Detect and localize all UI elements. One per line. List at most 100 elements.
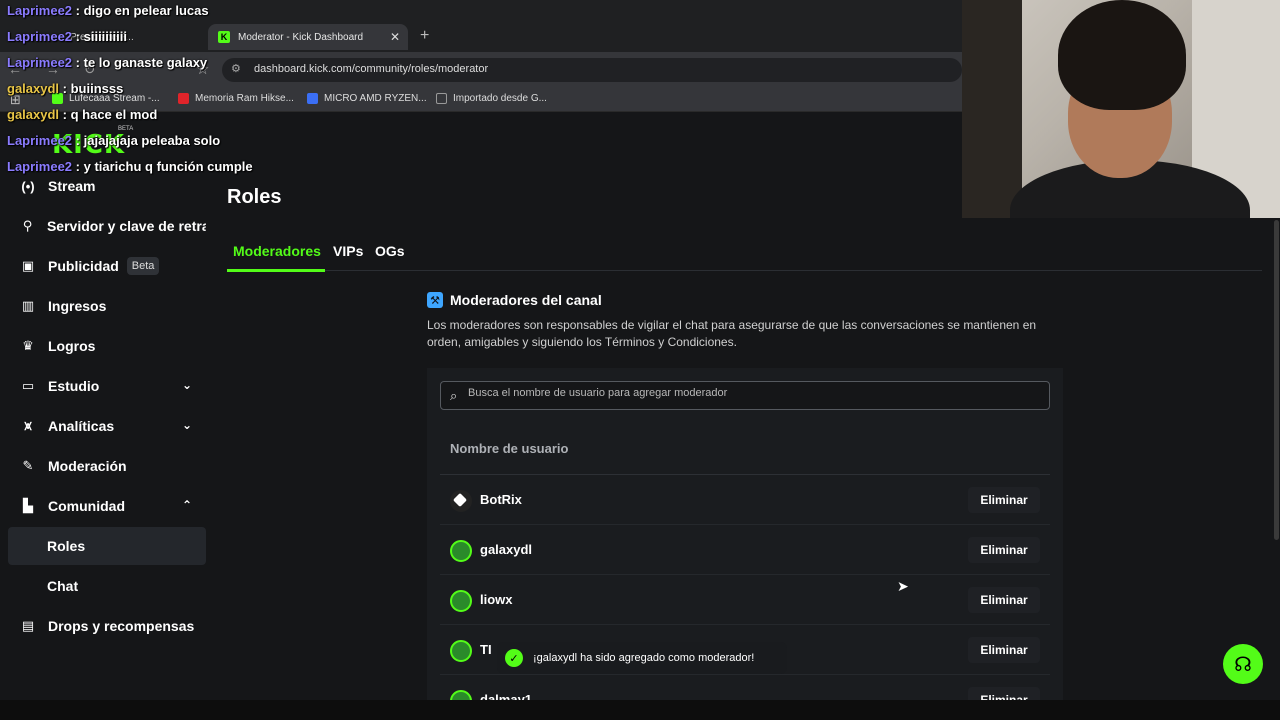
username[interactable]: galaxydl (480, 542, 532, 557)
username[interactable]: TI (480, 642, 492, 657)
bookmark-label: MICRO AMD RYZEN... (324, 93, 427, 104)
section-title: Moderadores del canal (450, 292, 602, 308)
sidebar-item-label: Servidor y clave de retran (46, 218, 206, 234)
remove-moderator-button[interactable]: Eliminar (968, 487, 1040, 513)
username[interactable]: liowx (480, 592, 513, 607)
chat-username: galaxydl (7, 81, 60, 96)
sidebar-item-ingresos[interactable]: ▥ Ingresos (8, 287, 206, 325)
chat-message: Laprimee2 : jajajajaja peleaba solo (7, 133, 221, 148)
chat-text: siiiiiiiiii (83, 29, 127, 44)
webcam-overlay (962, 0, 1280, 218)
wrench-icon: ✎ (22, 458, 34, 473)
close-tab-icon[interactable]: ✕ (390, 30, 400, 44)
tab-ogs[interactable]: OGs (375, 243, 405, 259)
page-title: Roles (227, 186, 282, 208)
sidebar-item-analiticas[interactable]: ⩙ Analíticas ⌄ (8, 407, 206, 445)
screen: Precios de P... K Moderator - Kick Dashb… (0, 0, 1280, 720)
search-icon: ⌕ (450, 388, 458, 403)
bookmark-label: Importado desde G... (453, 93, 547, 104)
remove-moderator-button[interactable]: Eliminar (968, 537, 1040, 563)
community-icon: ▙ (23, 498, 33, 513)
analytics-icon: ⩙ (24, 418, 32, 433)
chat-message: Laprimee2 : te lo ganaste galaxy (7, 55, 208, 70)
chat-message: Laprimee2 : digo en pelear lucas (7, 3, 209, 18)
avatar (450, 640, 472, 662)
sidebar-item-label: Moderación (48, 458, 127, 474)
tabs-divider (227, 270, 1262, 271)
chevron-down-icon: ⌄ (181, 418, 192, 432)
chat-username: Laprimee2 (7, 133, 73, 148)
tab-vips[interactable]: VIPs (333, 243, 363, 259)
success-toast: ✓ ¡galaxydl ha sido agregado como modera… (497, 642, 787, 674)
chat-message: galaxydl : buiinsss (7, 81, 124, 96)
bottom-bar (0, 700, 1280, 720)
avatar (450, 490, 472, 512)
bookmark-item[interactable]: MICRO AMD RYZEN... (307, 93, 427, 104)
new-tab-button[interactable]: + (420, 27, 429, 45)
gift-icon: ▤ (21, 618, 35, 633)
search-input[interactable] (468, 387, 1038, 399)
folder-icon (436, 93, 447, 104)
sidebar-item-label: Ingresos (48, 298, 107, 314)
toast-message: ¡galaxydl ha sido agregado como moderado… (533, 652, 755, 664)
headset-icon: ☊ (1234, 653, 1252, 676)
sidebar-item-servidor[interactable]: ⚲ Servidor y clave de retran (8, 207, 206, 245)
avatar (450, 590, 472, 612)
sidebar: (•) Stream ⚲ Servidor y clave de retran … (0, 172, 215, 700)
sidebar-item-estudio[interactable]: ▭ Estudio ⌄ (8, 367, 206, 405)
hammer-icon: ⚒ (427, 292, 443, 308)
column-header-username: Nombre de usuario (450, 441, 569, 456)
trophy-icon: ♛ (22, 338, 34, 353)
username[interactable]: BotRix (480, 492, 522, 507)
tab-moderadores[interactable]: Moderadores (233, 243, 321, 259)
chat-message: galaxydl : q hace el mod (7, 107, 158, 122)
chat-text: te lo ganaste galaxy (83, 55, 208, 70)
sidebar-item-publicidad[interactable]: ▣ Publicidad Beta (8, 247, 206, 285)
sidebar-item-label: Roles (47, 538, 86, 554)
sidebar-item-chat[interactable]: Chat (8, 567, 206, 605)
table-row: liowx Eliminar (440, 575, 1050, 625)
chat-message: Laprimee2 : siiiiiiiiii (7, 29, 127, 44)
chat-text: q hace el mod (70, 107, 158, 122)
revenue-icon: ▥ (21, 298, 35, 313)
table-row: galaxydl Eliminar (440, 525, 1050, 575)
chat-username: galaxydl (7, 107, 60, 122)
check-circle-icon: ✓ (505, 649, 523, 667)
remove-moderator-button[interactable]: Eliminar (968, 587, 1040, 613)
remove-moderator-button[interactable]: Eliminar (968, 637, 1040, 663)
bookmark-folder[interactable]: Importado desde G... (436, 93, 547, 104)
webcam-background (962, 0, 1022, 218)
sidebar-item-label: Comunidad (48, 498, 125, 514)
sidebar-item-label: Chat (47, 578, 79, 594)
sidebar-item-label: Estudio (48, 378, 100, 394)
chat-username: Laprimee2 (7, 159, 73, 174)
chevron-down-icon: ⌄ (181, 378, 192, 392)
bookmark-favicon-icon (307, 93, 318, 104)
chat-text: buiinsss (70, 81, 124, 96)
sidebar-item-label: Drops y recompensas (48, 618, 195, 634)
chat-text: jajajajaja peleaba solo (83, 133, 221, 148)
chat-username: Laprimee2 (7, 29, 73, 44)
sidebar-item-logros[interactable]: ♛ Logros (8, 327, 206, 365)
webcam-person-hair (1058, 0, 1186, 110)
table-row: BotRix Eliminar (440, 475, 1050, 525)
scrollbar[interactable] (1274, 220, 1279, 540)
link-icon: ⚲ (22, 218, 33, 233)
avatar (450, 540, 472, 562)
sidebar-item-drops[interactable]: ▤ Drops y recompensas (8, 607, 206, 645)
sidebar-item-moderacion[interactable]: ✎ Moderación (8, 447, 206, 485)
support-button[interactable]: ☊ (1223, 644, 1263, 684)
beta-badge: Beta (126, 257, 160, 275)
active-tab-indicator (227, 269, 325, 272)
stream-chat-overlay: Laprimee2 : digo en pelear lucas Laprime… (7, 3, 307, 185)
chat-username: Laprimee2 (7, 55, 73, 70)
search-field[interactable]: ⌕ (440, 381, 1050, 410)
sidebar-item-label: Analíticas (48, 418, 115, 434)
studio-icon: ▭ (21, 378, 35, 393)
sidebar-item-comunidad[interactable]: ▙ Comunidad ⌃ (8, 487, 206, 525)
ad-icon: ▣ (21, 258, 35, 273)
sidebar-item-roles[interactable]: Roles (8, 527, 206, 565)
url-field[interactable]: ⚙ dashboard.kick.com/community/roles/mod… (222, 58, 962, 82)
sidebar-item-label: Publicidad (48, 258, 119, 274)
chat-username: Laprimee2 (7, 3, 73, 18)
